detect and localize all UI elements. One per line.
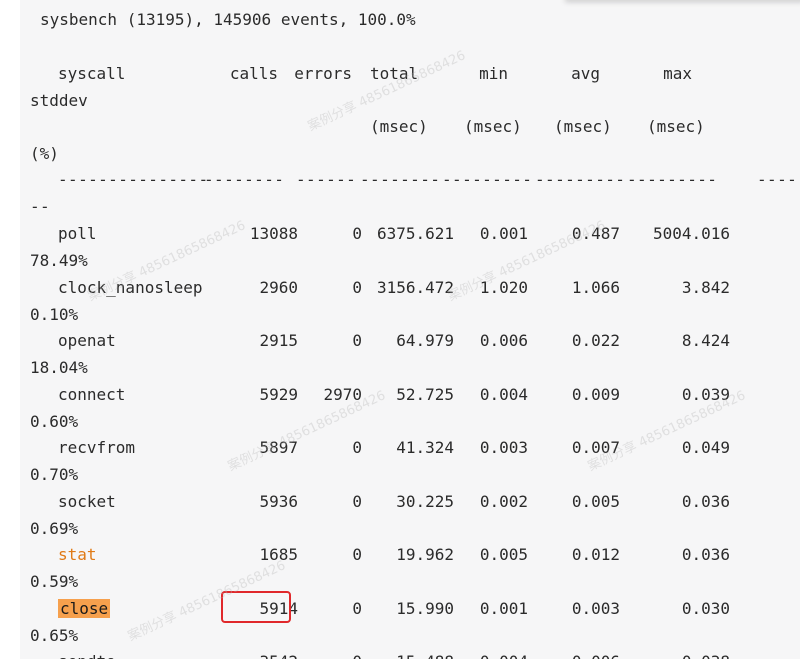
sep-max: --------- <box>627 170 718 189</box>
syscall-name: poll <box>58 224 97 243</box>
cell-min: 0.006 <box>479 331 528 350</box>
cell-min: 0.004 <box>479 385 528 404</box>
unit-min: (msec) <box>464 117 522 136</box>
cell-total: 19.962 <box>396 545 454 564</box>
sep-errors: ------ <box>296 170 357 189</box>
cell-stddev: 0.60% <box>30 412 79 431</box>
cell-max: 0.038 <box>638 652 730 659</box>
cell-stddev: 0.70% <box>30 465 79 484</box>
cell-min: 0.002 <box>479 492 528 511</box>
cell-total: 30.225 <box>396 492 454 511</box>
cell-stddev: 0.59% <box>30 572 79 591</box>
sep-syscall: --------------- <box>58 170 209 189</box>
syscall-name: clock_nanosleep <box>58 278 203 297</box>
cell-errors: 0 <box>352 545 362 564</box>
col-min: min <box>479 64 508 83</box>
cell-errors: 0 <box>352 492 362 511</box>
cell-max: 0.039 <box>681 385 730 404</box>
cell-errors: 0 <box>302 652 362 659</box>
cell-total: 6375.621 <box>376 224 454 243</box>
syscall-name: close <box>58 599 111 619</box>
sep-stddev-tail: -- <box>30 197 51 216</box>
cell-calls: 1685 <box>259 545 298 564</box>
cell-calls: 3542 <box>210 652 298 659</box>
syscall-name: connect <box>58 385 126 404</box>
cell-min: 0.004 <box>460 652 528 659</box>
cell-max: 3.842 <box>681 278 730 297</box>
highlight-box <box>221 591 291 623</box>
cell-calls: 13088 <box>249 224 298 243</box>
syscall-name: sendto <box>58 652 116 659</box>
cell-total: 15.488 <box>360 652 454 659</box>
unit-max: (msec) <box>647 117 705 136</box>
cell-calls: 5929 <box>259 385 298 404</box>
col-stddev: stddev <box>30 91 88 110</box>
cell-stddev: 18.04% <box>30 358 88 377</box>
cell-calls: 2960 <box>259 278 298 297</box>
cell-errors: 0 <box>352 599 362 618</box>
syscall-name: recvfrom <box>58 438 136 457</box>
cell-avg: 0.005 <box>571 492 620 511</box>
syscall-name: stat <box>58 545 97 564</box>
cell-total: 41.324 <box>396 438 454 457</box>
sep-total: -------- <box>360 170 441 189</box>
col-avg: avg <box>571 64 600 83</box>
syscall-name: socket <box>58 492 116 511</box>
sep-calls: -------- <box>204 170 285 189</box>
unit-stddev: (%) <box>30 144 59 163</box>
col-calls: calls <box>229 64 278 83</box>
cell-avg: 0.012 <box>571 545 620 564</box>
sep-min: --------- <box>442 170 533 189</box>
unit-avg: (msec) <box>554 117 612 136</box>
cell-max: 0.036 <box>681 545 730 564</box>
cell-calls: 2915 <box>259 331 298 350</box>
cell-total: 3156.472 <box>376 278 454 297</box>
cell-calls: 5936 <box>259 492 298 511</box>
cell-min: 0.003 <box>479 438 528 457</box>
cell-avg: 0.487 <box>571 224 620 243</box>
cell-stddev: 78.49% <box>30 251 88 270</box>
cell-errors: 2970 <box>323 385 362 404</box>
cell-max: 0.036 <box>681 492 730 511</box>
unit-total: (msec) <box>370 117 428 136</box>
cell-min: 0.001 <box>479 224 528 243</box>
cell-errors: 0 <box>352 331 362 350</box>
col-max: max <box>663 64 692 83</box>
code-block: sysbench (13195), 145906 events, 100.0% … <box>20 0 800 659</box>
cell-avg: 0.009 <box>571 385 620 404</box>
cell-calls: 5897 <box>259 438 298 457</box>
cell-errors: 0 <box>352 438 362 457</box>
col-total: total <box>370 64 419 83</box>
cell-max: 0.049 <box>681 438 730 457</box>
cell-total: 15.990 <box>396 599 454 618</box>
sep-stddev-head: ---- <box>757 170 798 189</box>
cell-avg: 0.007 <box>571 438 620 457</box>
cell-stddev: 0.65% <box>30 626 79 645</box>
cell-stddev: 0.69% <box>30 519 79 538</box>
cell-min: 1.020 <box>479 278 528 297</box>
sep-avg: --------- <box>535 170 626 189</box>
cell-errors: 0 <box>352 224 362 243</box>
col-errors: errors <box>294 64 352 83</box>
cell-max: 0.030 <box>681 599 730 618</box>
cell-errors: 0 <box>352 278 362 297</box>
cell-avg: 0.003 <box>571 599 620 618</box>
screenshot-page: sysbench (13195), 145906 events, 100.0% … <box>0 0 800 659</box>
summary-line: sysbench (13195), 145906 events, 100.0% <box>40 10 416 29</box>
cell-min: 0.001 <box>479 599 528 618</box>
highlighted-syscall-name: close <box>58 599 111 618</box>
cell-max: 8.424 <box>681 331 730 350</box>
cell-avg: 0.022 <box>571 331 620 350</box>
cell-total: 64.979 <box>396 331 454 350</box>
cell-stddev: 0.10% <box>30 305 79 324</box>
cell-total: 52.725 <box>396 385 454 404</box>
syscall-name: openat <box>58 331 116 350</box>
cell-avg: 1.066 <box>571 278 620 297</box>
cell-min: 0.005 <box>479 545 528 564</box>
cell-max: 5004.016 <box>652 224 730 243</box>
cell-avg: 0.006 <box>552 652 620 659</box>
col-syscall: syscall <box>58 64 126 83</box>
